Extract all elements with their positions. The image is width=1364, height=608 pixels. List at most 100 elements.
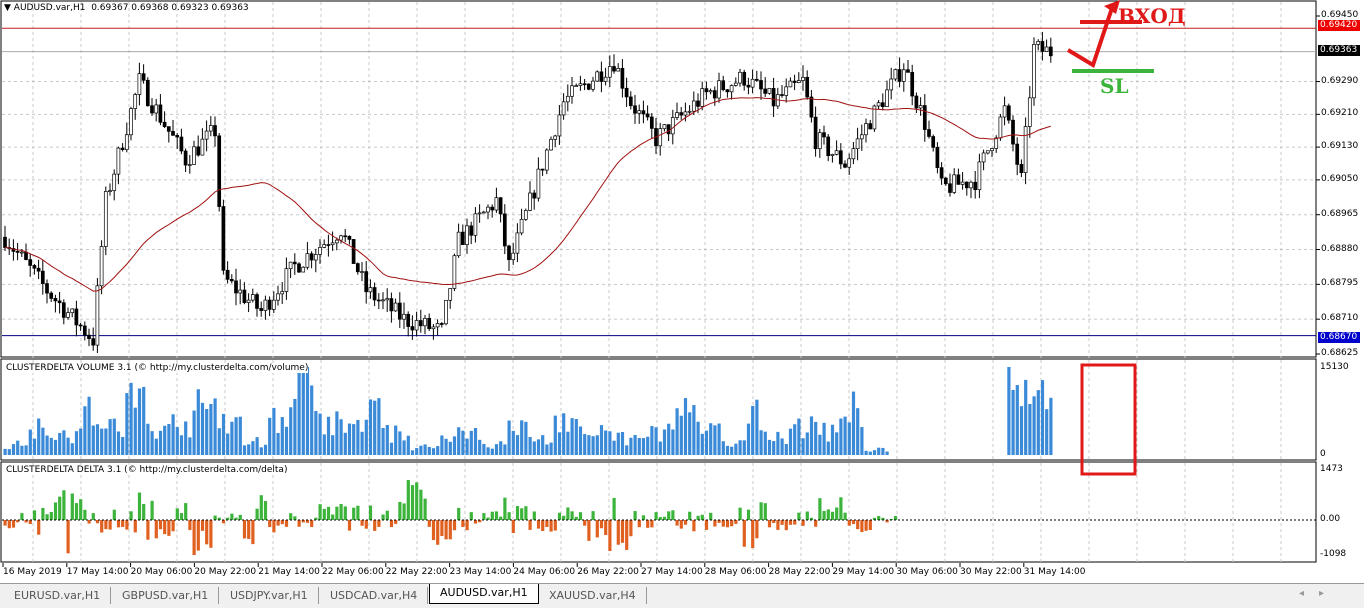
delta-bar-negative [721,520,725,527]
tab-gbpusd-var-h1[interactable]: GBPUSD.var,H1 [112,587,220,604]
delta-bar-positive [255,508,259,520]
volume-bar [1040,380,1045,455]
delta-bar-negative [788,520,793,525]
delta-bar-positive [805,511,809,520]
candle-body [1011,119,1015,145]
delta-bar-negative [163,520,167,535]
candle-body [250,294,255,301]
candle-body [1002,105,1007,118]
tab-eurusd-var-h1[interactable]: EURUSD.var,H1 [4,587,112,604]
candle-body [284,268,289,292]
volume-bar [205,409,209,455]
volume-bar [289,407,293,455]
tab-usdjpy-var-h1[interactable]: USDJPY.var,H1 [220,587,319,604]
delta-bar-negative [650,520,654,528]
candle-body [166,126,171,132]
delta-bar-negative [776,520,780,530]
candle-body [507,245,511,261]
chart-canvas[interactable] [0,0,1364,583]
volume-bar [121,436,125,455]
volume-bar [356,419,360,455]
volume-bar [238,416,242,455]
volume-bar [763,431,767,455]
delta-bar-negative [646,520,650,528]
price-tick-label: 0.69130 [1321,141,1359,152]
delta-bar-negative [377,520,381,527]
time-tick-label: 16 May 2019 [3,567,62,577]
delta-bar-negative [620,520,625,543]
volume-bar [377,398,381,455]
volume-bar [486,447,490,455]
delta-bar-positive [293,516,297,520]
candle-body [313,254,318,261]
delta-bar-positive [331,514,335,520]
volume-bar [179,435,184,455]
candle-body [817,132,822,150]
delta-bar-negative [637,520,641,528]
volume-bar [247,444,251,455]
delta-bar-negative [751,520,755,549]
volume-bar [352,424,356,455]
volume-bar [587,435,591,455]
volume-bar [524,421,528,455]
candle-body [196,146,201,156]
candle-body [876,102,881,107]
delta-bar-positive [213,515,217,520]
candle-body [368,287,373,293]
volume-bar [809,416,814,455]
tab-xauusd-var-h4[interactable]: XAUUSD.var,H4 [539,587,647,604]
delta-bar-positive [410,485,415,520]
delta-bar-positive [32,510,37,520]
delta-bar-negative [549,520,553,532]
delta-bar-negative [196,520,200,551]
delta-bar-negative [608,520,612,552]
candle-body [1006,105,1011,121]
candle-body [616,68,621,72]
delta-bar-positive [654,512,658,520]
candle-body [868,123,873,130]
tab-usdcad-var-h4[interactable]: USDCAD.var,H4 [320,587,429,604]
candle-body [347,235,352,240]
candle-body [229,279,234,282]
volume-bar [604,430,608,455]
volume-bar [310,385,314,455]
tab-audusd-var-h1[interactable]: AUDUSD.var,H1 [429,584,539,604]
delta-bar-negative [3,520,7,526]
delta-bar-positive [335,506,339,520]
volume-bar [368,399,373,455]
candle-body [687,110,692,113]
candle-body [103,191,108,247]
chart-header: ▼ AUDUSD.var,H1 0.69367 0.69368 0.69323 … [4,3,249,13]
volume-bar [772,441,776,455]
delta-bar-positive [671,510,675,520]
candle-body [74,308,79,326]
delta-bar-negative [868,520,872,531]
volume-bar [427,446,431,455]
volume-bar [461,430,465,455]
volume-bar [1007,367,1011,455]
candle-body [889,78,894,91]
delta-bar-negative [272,520,276,533]
scroll-left-icon[interactable]: ◂ [1299,588,1304,599]
delta-bar-positive [818,498,822,520]
candle-body [108,190,112,192]
candle-body [330,242,335,245]
delta-bar-positive [457,507,461,520]
candle-body [985,150,990,154]
volume-bar [364,419,368,455]
candle-body [964,181,969,189]
candle-body [288,261,293,270]
volume-bar [436,446,440,455]
delta-bar-positive [45,514,49,520]
volume-bar [234,417,238,455]
candle-body [292,261,297,265]
volume-bar [16,440,20,455]
candle-body [360,271,364,273]
candle-body [3,236,7,248]
price-tick-label: 0.68625 [1321,348,1359,358]
delta-bar-negative [188,520,192,531]
candle-body [271,299,276,310]
delta-bar-positive [356,505,360,520]
scroll-right-icon[interactable]: ▸ [1319,588,1324,599]
candle-body [788,80,793,88]
